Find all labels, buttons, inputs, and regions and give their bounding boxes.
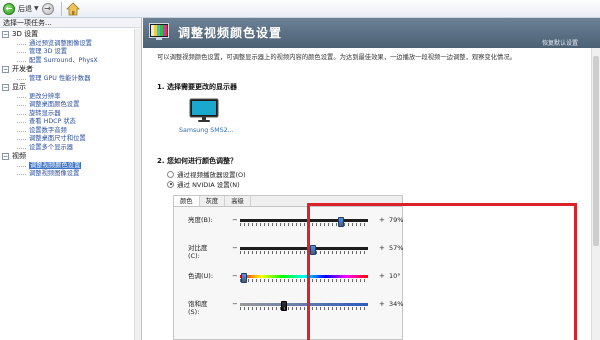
tree-item-video-image[interactable]: 调整视频图像设置	[0, 170, 141, 179]
tree-item-desktop-color[interactable]: 调整桌面颜色设置	[0, 101, 141, 110]
back-dropdown-icon[interactable]: ▼	[34, 5, 39, 12]
forward-arrow-icon: →	[41, 2, 54, 15]
radio-label: 通过视频播放器设置(O)	[177, 171, 246, 179]
tree-item-configure-surround-physx[interactable]: 配置 Surround、PhysX	[0, 57, 141, 66]
section-title-select-display: 1. 选择需要更改的显示器	[157, 83, 237, 91]
brightness-slider[interactable]	[240, 217, 368, 227]
radio-nvidia-settings[interactable]: 通过 NVIDIA 设置(N)	[167, 179, 577, 189]
toolbar-separator	[60, 1, 62, 16]
saturation-slider-row: 饱和度 (S): − + 34%	[174, 300, 404, 316]
settings-scrollbar[interactable]	[591, 48, 600, 340]
tree-category-label: 开发者	[12, 65, 33, 73]
color-settings-box: 颜色 灰度 高级 亮度(B): − + 79% 对比度 (C): − + 57% …	[173, 195, 403, 340]
color-tabs: 颜色 灰度 高级	[174, 196, 402, 207]
page-description: 可以调整视频颜色设置，可调整显示器上的视频内容的颜色设置。为达到最佳效果，一边播…	[157, 54, 516, 61]
radio-icon[interactable]	[167, 180, 174, 188]
monitor-label: Samsung SMS2...	[179, 127, 234, 134]
minus-icon: −	[232, 216, 238, 224]
radio-player-settings[interactable]: 通过视频播放器设置(O)	[167, 169, 577, 179]
tree-item-digital-audio[interactable]: 设置数字音频	[0, 127, 141, 136]
task-tree: − 3D 设置 通过预览调整图像设置 管理 3D 设置 配置 Surround、…	[0, 28, 141, 179]
tree-category-label: 视频	[12, 152, 26, 160]
radio-icon[interactable]	[167, 170, 174, 178]
settings-content: 1. 选择需要更改的显示器 Samsung SMS2... 2. 您如何进行颜色…	[157, 82, 577, 189]
back-arrow-icon: ←	[3, 2, 15, 15]
slider-ticks	[240, 251, 368, 254]
display-selector[interactable]: Samsung SMS2...	[179, 98, 234, 134]
tree-item-manage-3d-settings[interactable]: 管理 3D 设置	[0, 48, 141, 57]
back-label: 后退	[18, 4, 32, 13]
tree-category-label: 显示	[12, 83, 26, 91]
task-panel-title: 选择一项任务...	[0, 18, 141, 28]
forward-button[interactable]: →	[41, 2, 54, 16]
tree-category-3d[interactable]: − 3D 设置	[0, 30, 141, 40]
contrast-label: 对比度 (C):	[188, 244, 208, 260]
section-title-color-method: 2. 您如何进行颜色调整？	[157, 157, 237, 165]
minus-icon: −	[232, 300, 238, 308]
tab-color[interactable]: 颜色	[174, 196, 200, 206]
collapse-icon[interactable]: −	[2, 31, 9, 39]
tab-gamma[interactable]: 灰度	[200, 196, 226, 206]
saturation-slider[interactable]	[240, 301, 368, 311]
page-header: 调整视频颜色设置 恢复默认设置	[143, 18, 600, 48]
tree-item-desktop-size[interactable]: 调整桌面尺寸和位置	[0, 135, 141, 144]
saturation-label: 饱和度 (S):	[188, 300, 208, 316]
collapse-icon[interactable]: −	[2, 66, 9, 74]
home-button[interactable]	[65, 1, 80, 16]
saturation-value: 34%	[389, 300, 404, 308]
contrast-slider-row: 对比度 (C): − + 57%	[174, 244, 404, 260]
tree-item-multiple-displays[interactable]: 设置多个显示器	[0, 144, 141, 153]
brightness-label: 亮度(B):	[188, 216, 213, 224]
tree-item-preview-image-settings[interactable]: 通过预览调整图像设置	[0, 40, 141, 49]
brightness-value: 79%	[389, 216, 404, 224]
plus-icon: +	[379, 300, 385, 308]
slider-ticks	[240, 223, 368, 226]
minus-icon: −	[232, 244, 238, 252]
hue-value: 10°	[389, 272, 401, 280]
minus-icon: −	[232, 272, 238, 280]
slider-ticks	[240, 307, 368, 310]
hue-label: 色调(U):	[188, 272, 214, 280]
tree-item-change-resolution[interactable]: 更改分辨率	[0, 93, 141, 102]
plus-icon: +	[379, 244, 385, 252]
tree-item-gpu-counters[interactable]: 管理 GPU 性能计数器	[0, 75, 141, 84]
radio-label: 通过 NVIDIA 设置(N)	[177, 181, 240, 189]
back-button[interactable]: ← 后退 ▼	[3, 2, 39, 16]
page-title: 调整视频颜色设置	[178, 26, 283, 40]
slider-ticks	[240, 279, 368, 282]
collapse-icon[interactable]: −	[2, 84, 9, 92]
tree-category-label: 3D 设置	[12, 30, 39, 38]
tree-category-video[interactable]: − 视频	[0, 152, 141, 162]
restore-defaults-link[interactable]: 恢复默认设置	[542, 38, 578, 47]
hue-slider-row: 色调(U): − + 10°	[174, 272, 404, 288]
brightness-slider-row: 亮度(B): − + 79%	[174, 216, 404, 232]
contrast-slider[interactable]	[240, 245, 368, 255]
tree-category-display[interactable]: − 显示	[0, 83, 141, 93]
tree-category-developer[interactable]: − 开发者	[0, 65, 141, 75]
contrast-value: 57%	[389, 244, 404, 252]
task-panel-scrollbar[interactable]	[134, 29, 141, 340]
tree-item-hdcp-status[interactable]: 查看 HDCP 状态	[0, 118, 141, 127]
tab-advanced[interactable]: 高级	[225, 196, 251, 206]
settings-page: 调整视频颜色设置 恢复默认设置 可以调整视频颜色设置，可调整显示器上的视频内容的…	[143, 18, 600, 340]
plus-icon: +	[379, 272, 385, 280]
home-icon	[65, 1, 80, 15]
toolbar: ← 后退 ▼ →	[0, 0, 600, 18]
tree-item-rotate-display[interactable]: 旋转显示器	[0, 110, 141, 119]
tree-item-video-color[interactable]: 调整视频颜色设置	[0, 161, 141, 171]
video-color-icon	[149, 23, 169, 40]
collapse-icon[interactable]: −	[2, 153, 9, 161]
plus-icon: +	[379, 216, 385, 224]
task-panel: 选择一项任务... − 3D 设置 通过预览调整图像设置 管理 3D 设置 配置…	[0, 18, 142, 340]
monitor-icon	[189, 98, 219, 122]
hue-slider[interactable]	[240, 273, 368, 283]
scrollbar-thumb[interactable]	[593, 56, 599, 246]
